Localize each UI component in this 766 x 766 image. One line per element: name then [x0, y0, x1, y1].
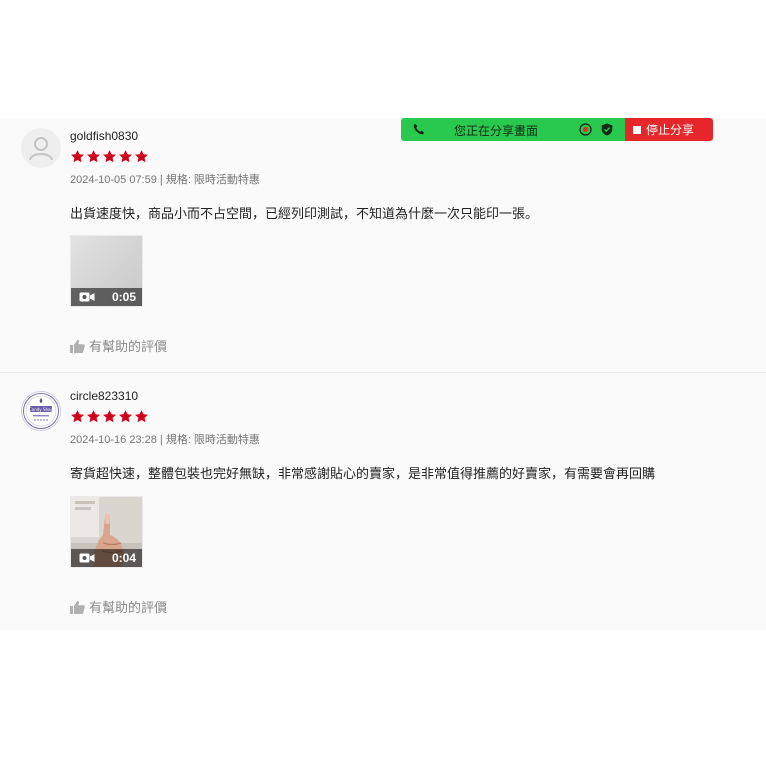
share-status-text: 您正在分享畫面: [454, 124, 539, 138]
review-username[interactable]: goldfish0830: [70, 129, 138, 143]
star-rating: [70, 409, 149, 425]
user-avatar-icon[interactable]: [21, 128, 61, 168]
star-icon: [87, 410, 100, 423]
share-status-area: 您正在分享畫面: [401, 118, 625, 141]
stop-sharing-button[interactable]: 停止分享: [625, 118, 713, 141]
shop-logo-avatar[interactable]: Candy Shop: [21, 391, 61, 431]
video-duration: 0:05: [111, 290, 136, 304]
star-rating: [70, 149, 149, 165]
star-icon: [103, 410, 116, 423]
helpful-label: 有幫助的評價: [89, 601, 168, 616]
review-comment: 寄貨超快速，整體包裝也完好無缺，非常感謝貼心的賣家，是非常值得推薦的好賣家，有需…: [70, 467, 656, 482]
star-icon: [71, 410, 84, 423]
review-username[interactable]: circle823310: [70, 389, 138, 403]
screen-share-bar: 您正在分享畫面 停止分享: [401, 118, 713, 141]
star-icon: [119, 150, 132, 163]
video-camera-icon: [79, 292, 95, 302]
star-icon: [71, 150, 84, 163]
shop-logo-text: Candy Shop: [29, 407, 53, 412]
review-meta: 2024-10-16 23:28 | 規格: 限時活動特惠: [70, 434, 260, 446]
review-comment: 出貨速度快，商品小而不占空間，已經列印測試，不知道為什麼一次只能印一張。: [70, 207, 539, 222]
review-item: Candy Shop circle823310 2024-10-16 23:28…: [0, 373, 766, 630]
video-camera-icon: [79, 553, 95, 563]
star-icon: [135, 150, 148, 163]
phone-icon: [413, 123, 425, 135]
helpful-button[interactable]: 有幫助的評價: [70, 597, 167, 616]
stop-sharing-label: 停止分享: [646, 123, 695, 137]
shop-logo-icon: Candy Shop: [23, 393, 59, 429]
review-meta: 2024-10-05 07:59 | 規格: 限時活動特惠: [70, 174, 260, 186]
star-icon: [119, 410, 132, 423]
record-icon[interactable]: [579, 123, 592, 136]
reviews-panel: goldfish0830 2024-10-05 07:59 | 規格: 限時活動…: [0, 118, 766, 630]
helpful-button[interactable]: 有幫助的評價: [70, 336, 167, 355]
thumbs-up-icon: [70, 339, 85, 353]
star-icon: [87, 150, 100, 163]
review-item: goldfish0830 2024-10-05 07:59 | 規格: 限時活動…: [0, 118, 766, 373]
shield-check-icon[interactable]: [601, 123, 613, 136]
star-icon: [103, 150, 116, 163]
star-icon: [135, 410, 148, 423]
thumbs-up-icon: [70, 600, 85, 614]
review-video-thumbnail[interactable]: 0:05: [70, 235, 143, 307]
stop-square-icon: [633, 125, 641, 134]
helpful-label: 有幫助的評價: [89, 340, 168, 355]
review-video-thumbnail[interactable]: 0:04: [70, 496, 143, 568]
video-duration: 0:04: [111, 551, 136, 565]
